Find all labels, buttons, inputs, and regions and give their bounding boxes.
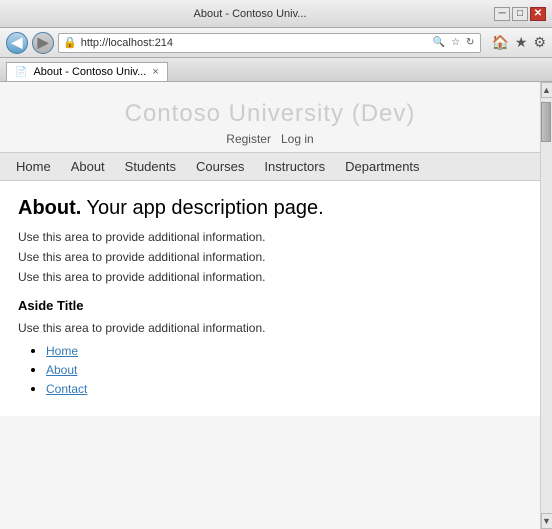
nav-courses[interactable]: Courses — [196, 159, 244, 174]
site-header: Contoso University (Dev) Register Log in — [0, 82, 540, 152]
close-button[interactable]: ✕ — [530, 7, 546, 21]
address-bar[interactable]: 🔒 http://localhost:214 🔍 ☆ ↻ — [58, 33, 481, 53]
list-item: Contact — [46, 381, 522, 396]
list-item: Home — [46, 343, 522, 358]
tab-title-text: About - Contoso Univ... — [33, 66, 146, 78]
address-icon: 🔒 — [63, 36, 77, 49]
main-body: About. Your app description page. Use th… — [0, 181, 540, 416]
site-nav: Home About Students Courses Instructors … — [0, 152, 540, 181]
toolbar-icons: 🏠 ★ ⚙ — [491, 34, 546, 51]
scroll-up-arrow[interactable]: ▲ — [541, 82, 552, 98]
list-item: About — [46, 362, 522, 377]
info-line-2: Use this area to provide additional info… — [18, 250, 522, 264]
minimize-button[interactable]: ─ — [494, 7, 510, 21]
favorites-icon[interactable]: ★ — [515, 34, 528, 51]
refresh-btn[interactable]: ↻ — [464, 36, 476, 49]
scroll-track[interactable] — [541, 98, 552, 513]
window-title: About - Contoso Univ... — [6, 8, 494, 20]
tab-favicon-icon: 📄 — [15, 67, 27, 78]
scroll-down-arrow[interactable]: ▼ — [541, 513, 552, 529]
aside-title: Aside Title — [18, 298, 522, 313]
back-button[interactable]: ◀ — [6, 32, 28, 54]
site-title: Contoso University (Dev) — [0, 100, 540, 128]
browser-content-wrapper: Contoso University (Dev) Register Log in… — [0, 82, 552, 529]
browser-nav-bar: ◀ ▶ 🔒 http://localhost:214 🔍 ☆ ↻ 🏠 ★ ⚙ — [0, 28, 552, 58]
scroll-thumb[interactable] — [541, 102, 551, 142]
tab-close-button[interactable]: × — [152, 66, 158, 78]
nav-instructors[interactable]: Instructors — [264, 159, 325, 174]
footer-links: Home About Contact — [18, 343, 522, 396]
title-bar: About - Contoso Univ... ─ □ ✕ — [0, 0, 552, 28]
footer-contact-link[interactable]: Contact — [46, 382, 87, 396]
login-link[interactable]: Log in — [281, 132, 314, 146]
tools-icon[interactable]: ⚙ — [533, 34, 546, 51]
heading-normal: Your app description page. — [81, 197, 323, 219]
page-content: Contoso University (Dev) Register Log in… — [0, 82, 540, 529]
nav-about[interactable]: About — [71, 159, 105, 174]
page-heading: About. Your app description page. — [18, 197, 522, 220]
address-text: http://localhost:214 — [81, 37, 427, 49]
heading-bold: About. — [18, 197, 81, 219]
auth-links: Register Log in — [0, 132, 540, 146]
footer-about-link[interactable]: About — [46, 363, 77, 377]
register-link[interactable]: Register — [226, 132, 271, 146]
search-address-btn[interactable]: 🔍 — [431, 36, 447, 49]
info-line-3: Use this area to provide additional info… — [18, 270, 522, 284]
forward-button[interactable]: ▶ — [32, 32, 54, 54]
address-actions: 🔍 ☆ ↻ — [431, 36, 477, 49]
active-tab[interactable]: 📄 About - Contoso Univ... × — [6, 62, 168, 81]
nav-home[interactable]: Home — [16, 159, 51, 174]
info-line-1: Use this area to provide additional info… — [18, 230, 522, 244]
tab-bar: 📄 About - Contoso Univ... × — [0, 58, 552, 82]
nav-departments[interactable]: Departments — [345, 159, 419, 174]
footer-home-link[interactable]: Home — [46, 344, 78, 358]
home-icon[interactable]: 🏠 — [491, 34, 508, 51]
star-btn[interactable]: ☆ — [449, 36, 462, 49]
scrollbar[interactable]: ▲ ▼ — [540, 82, 552, 529]
window-controls: ─ □ ✕ — [494, 7, 546, 21]
maximize-button[interactable]: □ — [512, 7, 528, 21]
nav-students[interactable]: Students — [125, 159, 176, 174]
aside-info: Use this area to provide additional info… — [18, 321, 522, 335]
